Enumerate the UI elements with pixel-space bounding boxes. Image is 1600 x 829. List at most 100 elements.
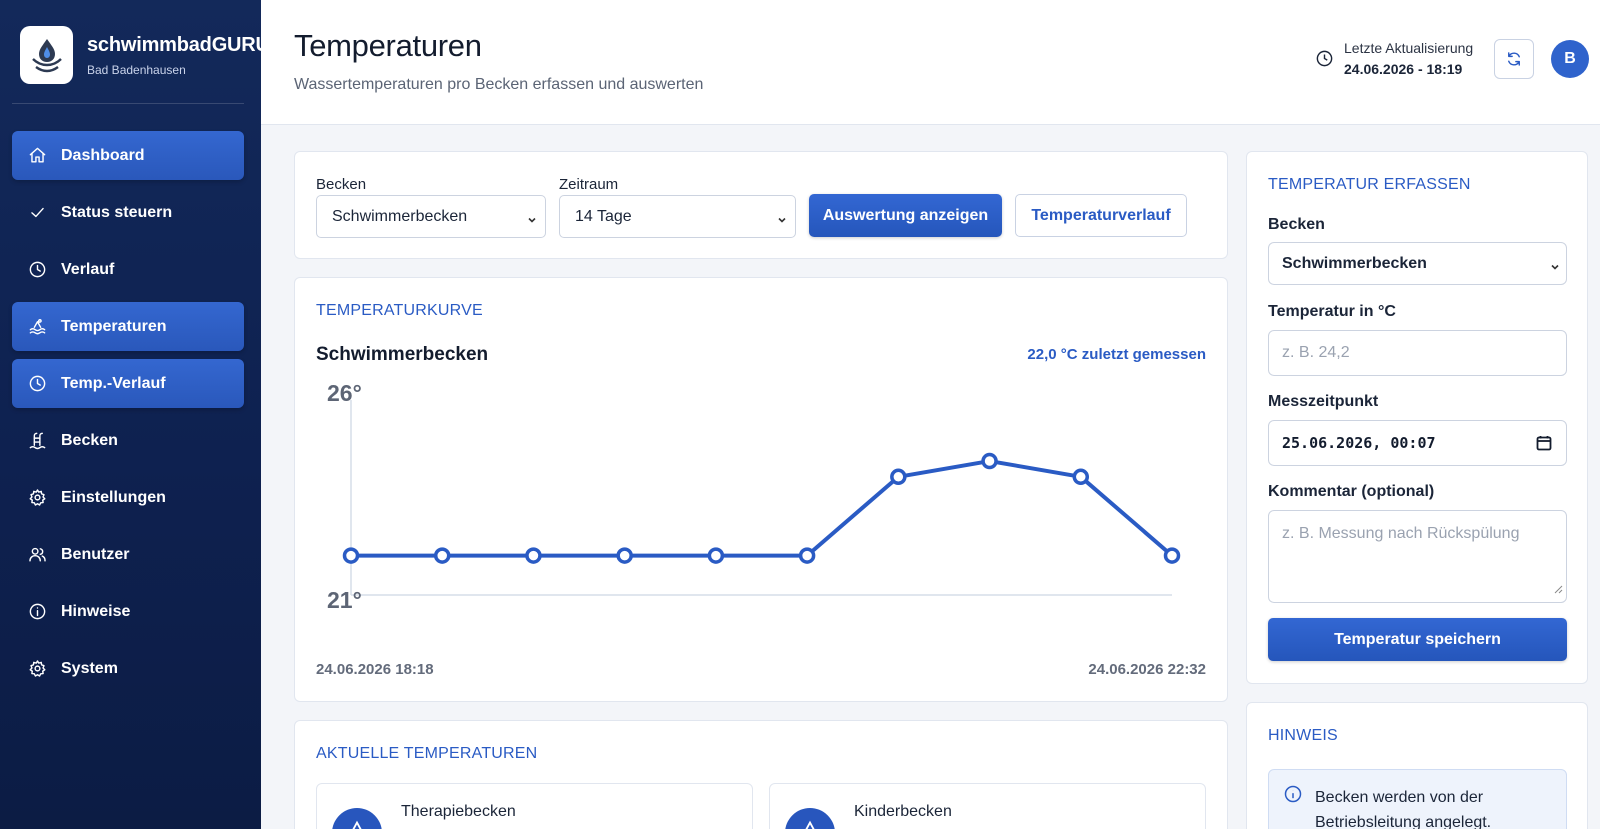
pool-tile[interactable]: Kinderbecken <box>769 783 1206 829</box>
sidebar-item-becken[interactable]: Becken <box>12 416 244 465</box>
last-update: Letzte Aktualisierung 24.06.2026 - 18:19 <box>1315 40 1473 77</box>
hint-text: Becken werden von der Betriebsleitung an… <box>1315 789 1492 829</box>
data-point <box>1072 468 1090 486</box>
home-icon <box>27 146 47 166</box>
sidebar-item-temp-verlauf[interactable]: Temp.-Verlauf <box>12 359 244 408</box>
temperature-curve-card: TEMPERATURKURVE Schwimmerbecken 22,0 °C … <box>294 277 1228 702</box>
sidebar-item-label: Temp.-Verlauf <box>61 374 166 392</box>
hint-card: HINWEIS Becken werden von der Betriebsle… <box>1246 702 1588 829</box>
form-pool-select[interactable]: Schwimmerbecken <box>1268 242 1567 285</box>
section-title: AKTUELLE TEMPERATUREN <box>316 745 538 762</box>
chevron-down-icon <box>1550 259 1560 277</box>
chart-end-time: 24.06.2026 22:32 <box>1088 661 1206 678</box>
section-title: TEMPERATUR ERFASSEN <box>1268 176 1471 193</box>
save-temperature-button[interactable]: Temperatur speichern <box>1268 618 1567 661</box>
chart-pool-name: Schwimmerbecken <box>316 344 489 365</box>
comment-textarea[interactable]: z. B. Messung nach Rückspülung <box>1268 510 1567 603</box>
sidebar-item-benutzer[interactable]: Benutzer <box>12 530 244 579</box>
data-point <box>342 547 360 564</box>
form-temp-label: Temperatur in °C <box>1268 303 1396 320</box>
app-name: schwimmbadGURU <box>87 33 270 56</box>
record-temperature-card: TEMPERATUR ERFASSEN Becken Schwimmerbeck… <box>1246 151 1588 684</box>
pool-tile-name: Kinderbecken <box>854 803 952 820</box>
users-icon <box>27 545 47 565</box>
pool-tile-name: Therapiebecken <box>401 803 516 820</box>
data-point <box>798 547 816 564</box>
clock-icon <box>27 374 47 394</box>
temperature-chart: 26° 21° <box>327 380 1181 613</box>
sidebar-item-verlauf[interactable]: Verlauf <box>12 245 244 294</box>
measurement-time-value: 25.06.2026, 00:07 <box>1282 434 1436 452</box>
hint-box: Becken werden von der Betriebsleitung an… <box>1268 769 1567 829</box>
pool-icon <box>785 808 835 829</box>
pool-ladder-icon <box>27 431 47 451</box>
sidebar-item-label: Verlauf <box>61 260 115 278</box>
form-pool-label: Becken <box>1268 216 1325 233</box>
temperature-input[interactable]: z. B. 24,2 <box>1268 330 1567 376</box>
sidebar-item-einstellungen[interactable]: Einstellungen <box>12 473 244 522</box>
show-evaluation-button[interactable]: Auswertung anzeigen <box>809 194 1002 237</box>
y-tick-min-label: 21° <box>327 587 362 613</box>
chart-start-time: 24.06.2026 18:18 <box>316 661 434 678</box>
sidebar: schwimmbadGURU Bad Badenhausen Dashboard… <box>0 0 270 829</box>
refresh-icon <box>1508 52 1520 66</box>
brand[interactable]: schwimmbadGURU Bad Badenhausen <box>20 26 270 84</box>
avatar[interactable]: B <box>1551 40 1589 78</box>
water-waves-icon <box>27 317 47 337</box>
pool-icon <box>332 808 382 829</box>
section-title: TEMPERATURKURVE <box>316 302 483 319</box>
form-time-label: Messzeitpunkt <box>1268 393 1379 410</box>
chevron-down-icon <box>527 212 537 223</box>
pool-filter-value: Schwimmerbecken <box>332 207 468 225</box>
sidebar-item-label: Temperaturen <box>61 317 167 335</box>
pool-filter-select[interactable]: Schwimmerbecken <box>316 195 546 238</box>
pool-filter-label: Becken <box>316 176 367 193</box>
data-point <box>433 547 451 564</box>
sidebar-item-label: Status steuern <box>61 203 173 221</box>
data-point <box>1163 547 1181 564</box>
sidebar-divider <box>12 103 244 104</box>
info-icon <box>1283 784 1303 809</box>
check-icon <box>27 203 47 223</box>
comment-placeholder: z. B. Messung nach Rückspülung <box>1282 525 1520 542</box>
resize-grip-icon[interactable] <box>1554 581 1563 599</box>
form-pool-value: Schwimmerbecken <box>1282 254 1427 272</box>
sidebar-item-system[interactable]: System <box>12 644 244 693</box>
temperature-history-button[interactable]: Temperaturverlauf <box>1015 194 1187 237</box>
range-filter-select[interactable]: 14 Tage <box>559 195 796 238</box>
gear-icon <box>27 659 47 679</box>
measurement-time-input[interactable]: 25.06.2026, 00:07 <box>1268 420 1567 466</box>
temperature-input-placeholder: z. B. 24,2 <box>1282 344 1350 361</box>
pool-tile[interactable]: Therapiebecken <box>316 783 753 829</box>
last-measured-value: 22,0 °C zuletzt gemessen <box>1027 346 1206 363</box>
page-subtitle: Wassertemperaturen pro Becken erfassen u… <box>294 76 704 93</box>
last-update-label: Letzte Aktualisierung <box>1344 40 1474 56</box>
brand-logo-icon <box>20 26 73 84</box>
form-comment-label: Kommentar (optional) <box>1268 483 1435 500</box>
data-point <box>707 547 725 564</box>
sidebar-item-label: Benutzer <box>61 545 130 563</box>
sidebar-item-hinweise[interactable]: Hinweise <box>12 587 244 636</box>
range-filter-label: Zeitraum <box>559 176 619 193</box>
y-tick-max-label: 26° <box>327 380 362 406</box>
clock-icon <box>1316 50 1333 67</box>
info-icon <box>27 602 47 622</box>
sidebar-item-label: Becken <box>61 431 118 449</box>
app-location: Bad Badenhausen <box>87 62 186 77</box>
data-point <box>525 547 542 564</box>
calendar-icon[interactable] <box>1536 435 1552 455</box>
page-title: Temperaturen <box>294 28 482 63</box>
section-title: HINWEIS <box>1268 727 1338 744</box>
sidebar-item-dashboard[interactable]: Dashboard <box>12 131 244 180</box>
sidebar-item-label: Dashboard <box>61 146 145 164</box>
data-point <box>981 452 998 470</box>
filter-card: Becken Schwimmerbecken Zeitraum 14 Tage … <box>294 151 1228 259</box>
sidebar-item-status[interactable]: Status steuern <box>12 188 244 237</box>
refresh-button[interactable] <box>1494 39 1534 79</box>
sidebar-item-label: System <box>61 659 118 677</box>
data-point <box>890 468 907 486</box>
clock-icon <box>27 260 47 280</box>
current-temperatures-card: AKTUELLE TEMPERATUREN Therapiebecken Kin… <box>294 720 1228 829</box>
sidebar-item-temperaturen[interactable]: Temperaturen <box>12 302 244 351</box>
chevron-down-icon <box>777 212 787 223</box>
